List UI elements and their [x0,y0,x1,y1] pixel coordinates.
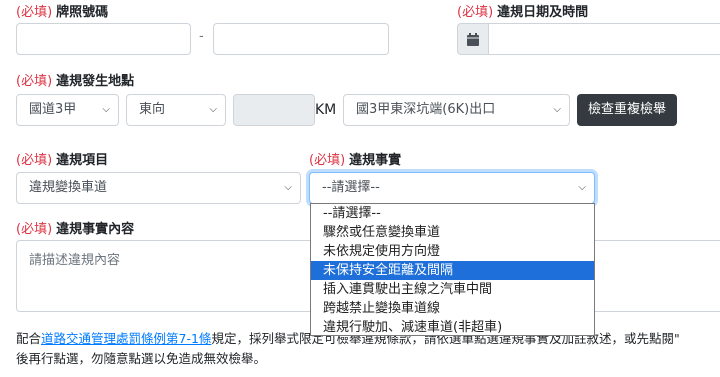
datetime-input[interactable] [489,23,720,55]
plate-separator: - [199,29,204,44]
chevron-down-icon: ⌵ [284,182,292,193]
chevron-down-icon: ⌵ [102,104,110,115]
required-tag: (必填) [16,153,53,168]
km-unit: KM [315,102,337,118]
required-tag: (必填) [16,74,53,89]
chevron-down-icon: ⌵ [209,104,217,115]
law-link[interactable]: 道路交通管理處罰條例第7-1條 [41,331,211,346]
dropdown-option[interactable]: 插入連貫駛出主線之汽車中間 [311,280,594,299]
calendar-button[interactable] [457,23,489,55]
plate-prefix-input[interactable] [16,23,191,55]
required-tag: (必填) [309,153,346,168]
dropdown-option-highlighted[interactable]: 未保持安全距離及間隔 [311,261,594,280]
plate-suffix-input[interactable] [213,23,389,55]
required-tag: (必填) [457,5,494,20]
location-label: (必填) 違規發生地點 [16,74,135,89]
chevron-down-icon: ⌵ [553,104,561,115]
road-select[interactable]: 國道3甲 ⌵ [16,94,119,126]
dropdown-option[interactable]: --請選擇-- [311,204,594,223]
violation-fact-dropdown[interactable]: --請選擇-- 驟然或任意變換車道 未依規定使用方向燈 未保持安全距離及間隔 插… [310,203,595,336]
violation-fact-select[interactable]: --請選擇-- ⌵ [309,172,595,204]
textarea-placeholder: 請描述違規內容 [29,253,121,268]
calendar-icon [467,32,479,46]
datetime-label: (必填) 違規日期及時間 [457,5,589,20]
violation-item-label: (必填) 違規項目 [16,153,109,168]
violation-fact-label: (必填) 違規事實 [309,153,402,168]
km-input[interactable] [233,94,315,126]
violation-item-select[interactable]: 違規變換車道 ⌵ [16,172,301,204]
required-tag: (必填) [16,222,53,237]
check-duplicate-button[interactable]: 檢查重複檢舉 [577,94,677,126]
required-tag: (必填) [16,5,53,20]
exit-select[interactable]: 國3甲東深坑端(6K)出口 ⌵ [343,94,570,126]
violation-content-label: (必填) 違規事實內容 [16,222,135,237]
dropdown-option[interactable]: 未依規定使用方向燈 [311,242,594,261]
direction-select[interactable]: 東向 ⌵ [126,94,226,126]
chevron-down-icon: ⌵ [578,182,586,193]
dropdown-option[interactable]: 驟然或任意變換車道 [311,223,594,242]
dropdown-option[interactable]: 違規行駛加、減速車道(非超車) [311,318,594,337]
dropdown-option[interactable]: 跨越禁止變換車道線 [311,299,594,318]
plate-label: (必填) 牌照號碼 [16,5,109,20]
footer-note-line2: 後再行點選，勿隨意點選以免造成無效檢舉。 [16,351,267,366]
